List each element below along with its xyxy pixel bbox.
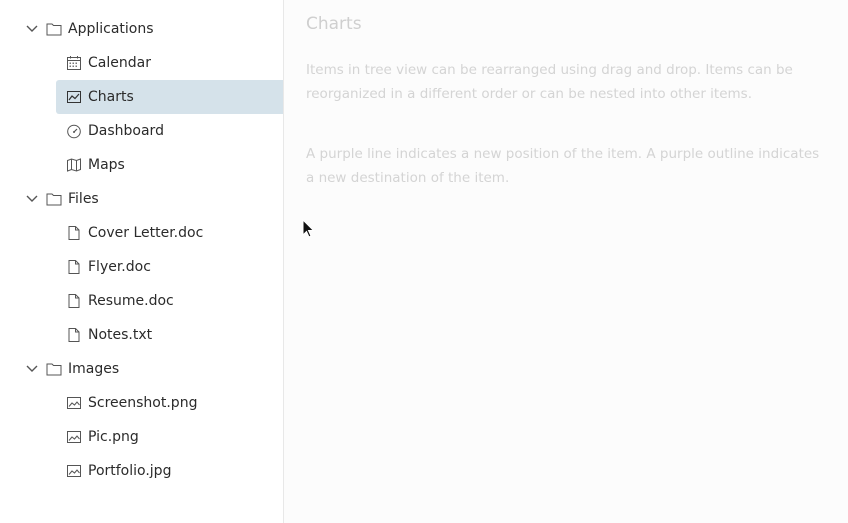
- tree-item-label: Dashboard: [88, 123, 164, 139]
- image-icon: [66, 429, 82, 445]
- tree-item-label: Resume.doc: [88, 293, 174, 309]
- folder-icon: [46, 361, 62, 377]
- tree-item-label: Pic.png: [88, 429, 139, 445]
- file-icon: [66, 259, 82, 275]
- tree-item-calendar[interactable]: Calendar: [0, 46, 283, 80]
- image-icon: [66, 463, 82, 479]
- tree-item-portfolio[interactable]: Portfolio.jpg: [0, 454, 283, 488]
- tree-item-maps[interactable]: Maps: [0, 148, 283, 182]
- tree-item-label: Cover Letter.doc: [88, 225, 204, 241]
- tree-item-label: Calendar: [88, 55, 151, 71]
- gauge-icon: [66, 123, 82, 139]
- folder-icon: [46, 21, 62, 37]
- tree-group-label: Images: [68, 361, 120, 377]
- tree-item-label: Charts: [88, 89, 134, 105]
- chevron-down-icon[interactable]: [24, 191, 40, 207]
- tree-item-label: Screenshot.png: [88, 395, 198, 411]
- tree-item-label: Flyer.doc: [88, 259, 151, 275]
- tree-item-screenshot[interactable]: Screenshot.png: [0, 386, 283, 420]
- tree-item-pic[interactable]: Pic.png: [0, 420, 283, 454]
- tree-item-dashboard[interactable]: Dashboard: [0, 114, 283, 148]
- tree-group-label: Applications: [68, 21, 154, 37]
- mouse-pointer-icon: [302, 218, 316, 239]
- chevron-down-icon[interactable]: [24, 21, 40, 37]
- tree-item-charts[interactable]: Charts: [56, 80, 283, 114]
- tree-group-label: Files: [68, 191, 99, 207]
- chevron-down-icon[interactable]: [24, 361, 40, 377]
- tree-item-notes[interactable]: Notes.txt: [0, 318, 283, 352]
- content-paragraph-2: A purple line indicates a new position o…: [306, 146, 820, 186]
- file-icon: [66, 327, 82, 343]
- tree-group-files[interactable]: Files: [0, 182, 283, 216]
- tree-item-flyer[interactable]: Flyer.doc: [0, 250, 283, 284]
- tree-item-label: Notes.txt: [88, 327, 153, 343]
- tree-item-resume[interactable]: Resume.doc: [0, 284, 283, 318]
- tree-group-images[interactable]: Images: [0, 352, 283, 386]
- folder-icon: [46, 191, 62, 207]
- file-icon: [66, 225, 82, 241]
- map-icon: [66, 157, 82, 173]
- tree-item-cover-letter[interactable]: Cover Letter.doc: [0, 216, 283, 250]
- calendar-icon: [66, 55, 82, 71]
- chart-icon: [66, 89, 82, 105]
- image-icon: [66, 395, 82, 411]
- tree-group-applications[interactable]: Applications: [0, 12, 283, 46]
- content-panel: Charts Items in tree view can be rearran…: [284, 0, 848, 523]
- tree-view: Applications Calendar Charts Dashboard M: [0, 0, 284, 523]
- tree-item-label: Portfolio.jpg: [88, 463, 172, 479]
- content-paragraph-1: Items in tree view can be rearranged usi…: [306, 62, 793, 102]
- content-title: Charts: [306, 14, 362, 34]
- tree-item-label: Maps: [88, 157, 125, 173]
- file-icon: [66, 293, 82, 309]
- app-window: Applications Calendar Charts Dashboard M: [0, 0, 848, 523]
